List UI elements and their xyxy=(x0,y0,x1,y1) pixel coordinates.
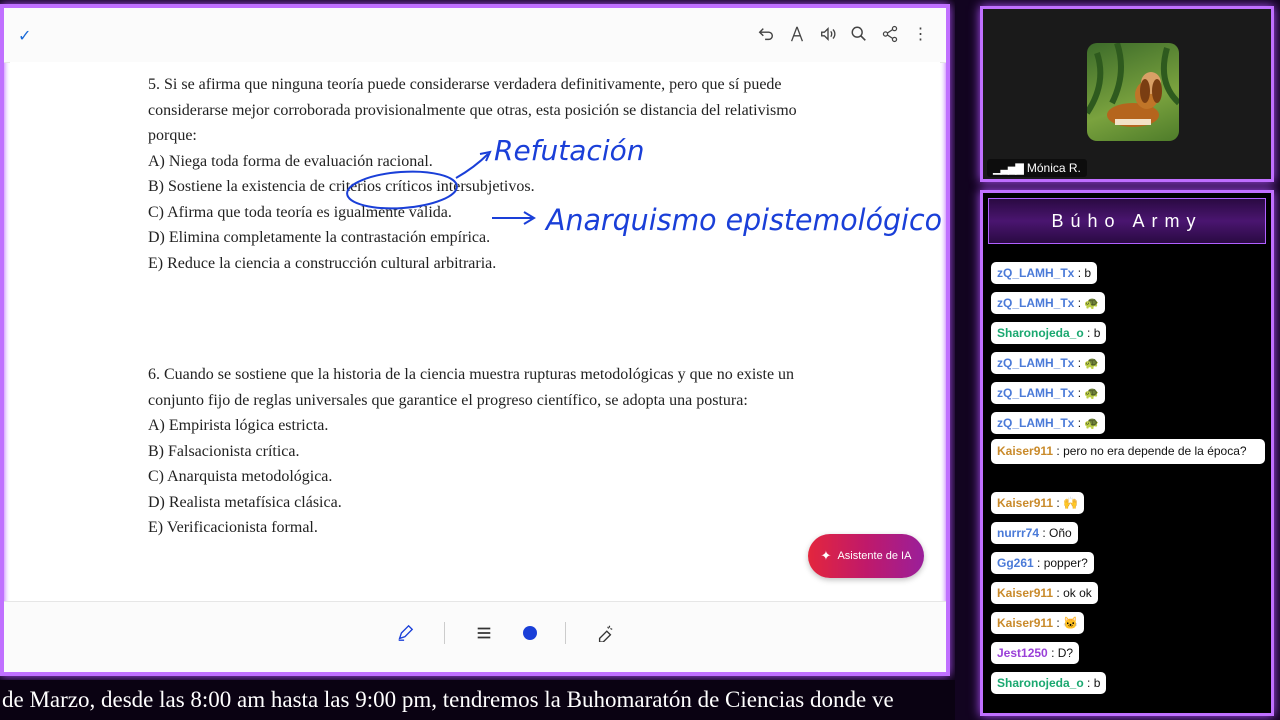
turtle-emoji-icon: 🐢 xyxy=(1084,356,1100,370)
chat-message: zQ_LAMH_Tx : 🐢 xyxy=(991,292,1106,314)
chat-message: Sharonojeda_o : b xyxy=(991,672,1107,694)
question-5-stem: 5. Si se afirma que ninguna teoría puede… xyxy=(148,76,797,144)
ai-assistant-button[interactable]: ✦ Asistente de IA xyxy=(808,534,924,578)
question-6: 6. Cuando se sostiene que la historia de… xyxy=(148,362,818,541)
chat-message: Kaiser911 : 🐱 xyxy=(991,612,1085,634)
question-6-stem: 6. Cuando se sostiene que la historia de… xyxy=(148,366,795,409)
question-6-option-e: E) Verificacionista formal. xyxy=(148,519,318,536)
question-6-option-c: C) Anarquista metodológica. xyxy=(148,468,333,485)
camera-name-tag: ▁▃▅▇ Mónica R. xyxy=(987,159,1087,177)
toolbar-actions: ⋮ xyxy=(756,24,930,44)
pen-color-swatch[interactable] xyxy=(523,626,537,640)
question-5-option-b: B) Sostiene la existencia de criterios c… xyxy=(148,178,535,195)
ai-sparkle-icon: ✦ xyxy=(820,548,832,563)
question-6-option-a: A) Empirista lógica estricta. xyxy=(148,417,329,434)
chat-message: Gg261 : popper? xyxy=(991,552,1094,574)
pen-icon[interactable] xyxy=(394,622,416,644)
chat-message: Sharonojeda_o : b xyxy=(991,322,1107,344)
eraser-icon[interactable] xyxy=(594,622,616,644)
chat-message: zQ_LAMH_Tx : 🐢 xyxy=(991,382,1106,404)
read-mode-icon[interactable] xyxy=(787,24,806,44)
question-6-option-d: D) Realista metafísica clásica. xyxy=(148,493,342,511)
speaker-icon[interactable] xyxy=(818,24,837,44)
chat-message: zQ_LAMH_Tx : 🐢 xyxy=(991,412,1106,434)
document-toolbar: ✓ ⋮ xyxy=(4,8,946,63)
turtle-emoji-icon: 🐢 xyxy=(1084,386,1100,400)
search-icon[interactable] xyxy=(849,24,868,44)
more-options-icon[interactable]: ⋮ xyxy=(911,24,930,44)
share-icon[interactable] xyxy=(880,24,899,44)
chat-message: Kaiser911 : ok ok xyxy=(991,582,1098,604)
stroke-width-icon[interactable] xyxy=(473,622,495,644)
question-5: 5. Si se afirma que ninguna teoría puede… xyxy=(148,72,818,276)
question-5-option-e: E) Reduce la ciencia a construcción cult… xyxy=(148,254,497,272)
document-viewer: ✓ ⋮ 5. Si se afirma que ninguna teoría p… xyxy=(0,4,950,676)
question-5-option-d: D) Elimina completamente la contrastació… xyxy=(148,229,491,246)
camera-name: Mónica R. xyxy=(1026,161,1081,175)
pen-toolbar xyxy=(4,601,946,672)
hands-emoji-icon: 🙌 xyxy=(1063,496,1079,510)
chat-title: Búho Army xyxy=(988,198,1266,244)
signal-icon: ▁▃▅▇ xyxy=(993,163,1024,175)
ticker-text: de Marzo, desde las 8:00 am hasta las 9:… xyxy=(2,687,894,712)
news-ticker: de Marzo, desde las 8:00 am hasta las 9:… xyxy=(0,680,955,720)
chat-message: Jest1250 : D? xyxy=(991,642,1080,664)
toolbar-divider xyxy=(565,622,566,644)
question-5-option-a: A) Niega toda forma de evaluación racion… xyxy=(148,152,433,170)
chat-message: Kaiser911 : pero no era depende de la ép… xyxy=(991,439,1265,464)
turtle-emoji-icon: 🐢 xyxy=(1084,416,1100,430)
question-5-option-c: C) Afirma que toda teoría es igualmente … xyxy=(148,203,452,221)
avatar xyxy=(1087,43,1179,141)
toolbar-divider xyxy=(444,622,445,644)
chat-message: Kaiser911 : 🙌 xyxy=(991,492,1085,514)
chat-panel: Búho Army zQ_LAMH_Tx : b zQ_LAMH_Tx : 🐢 … xyxy=(980,190,1274,716)
chat-message: zQ_LAMH_Tx : 🐢 xyxy=(991,352,1106,374)
turtle-emoji-icon: 🐢 xyxy=(1084,296,1100,310)
chat-message: nurrr74 : Oño xyxy=(991,522,1078,544)
question-6-option-b: B) Falsacionista crítica. xyxy=(148,442,300,460)
check-icon[interactable]: ✓ xyxy=(18,26,31,46)
chat-message: zQ_LAMH_Tx : b xyxy=(991,262,1098,284)
camera-panel: ▁▃▅▇ Mónica R. xyxy=(980,6,1274,182)
cat-emoji-icon: 🐱 xyxy=(1063,616,1079,630)
ai-assistant-label: Asistente de IA xyxy=(837,550,912,562)
document-page: 5. Si se afirma que ninguna teoría puede… xyxy=(10,62,942,604)
undo-icon[interactable] xyxy=(756,24,775,44)
